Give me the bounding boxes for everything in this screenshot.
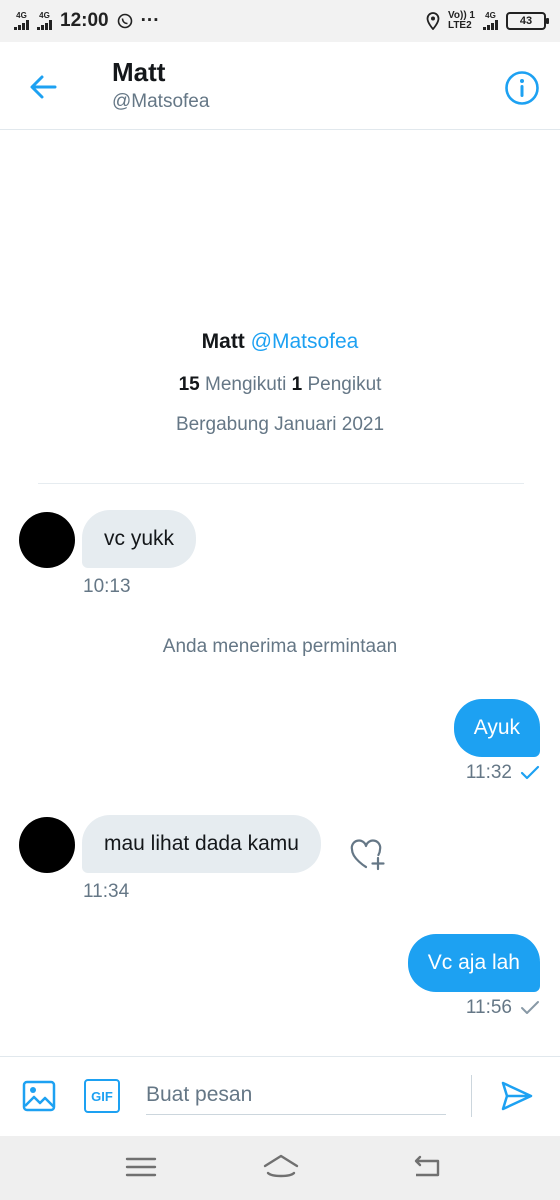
message-meta: 11:32 [466, 762, 540, 784]
back-nav-icon[interactable] [410, 1152, 444, 1182]
avatar[interactable] [19, 512, 75, 568]
message-composer: GIF [0, 1056, 560, 1136]
network-type-1: 4G [16, 11, 27, 20]
signal-3: 4G [483, 12, 498, 30]
avatar[interactable] [19, 817, 75, 873]
signal-bars-icon [37, 20, 52, 30]
network-type-3: 4G [485, 11, 496, 20]
follow-stats: 15 Mengikuti 1 Pengikut [0, 374, 560, 396]
conversation-handle: @Matsofea [112, 91, 210, 112]
checkmark-icon [521, 1001, 539, 1014]
battery-level: 43 [519, 15, 533, 27]
conversation-header: Matt @Matsofea [0, 42, 560, 130]
profile-name[interactable]: Matt [202, 330, 245, 353]
divider [38, 483, 524, 484]
send-icon[interactable] [500, 1079, 534, 1113]
arrow-left-icon[interactable] [28, 72, 58, 102]
message-bubble-outgoing[interactable]: Ayuk [453, 699, 540, 757]
message-time: 11:34 [83, 881, 130, 902]
followers-label: Pengikut [307, 374, 382, 395]
message-text: Ayuk [473, 716, 520, 739]
composer-separator [471, 1075, 472, 1117]
home-icon[interactable] [262, 1152, 300, 1182]
gif-icon[interactable]: GIF [84, 1079, 120, 1113]
message-meta: 11:56 [466, 997, 540, 1019]
menu-icon[interactable] [124, 1152, 158, 1182]
signal-1: 4G [14, 12, 29, 30]
following-count: 15 [178, 374, 200, 395]
info-icon[interactable] [504, 70, 540, 106]
system-nav-bar [0, 1136, 560, 1200]
heart-plus-icon[interactable] [349, 838, 387, 872]
message-text: mau lihat dada kamu [104, 832, 299, 855]
lte-label: LTE2 [447, 20, 472, 31]
checkmark-icon [520, 765, 540, 780]
message-text: Vc aja lah [427, 951, 520, 974]
message-bubble-outgoing[interactable]: Vc aja lah [407, 934, 540, 992]
message-time: 10:13 [83, 576, 131, 597]
followers-count: 1 [291, 374, 303, 395]
following-stat[interactable]: 15 Mengikuti [179, 374, 287, 395]
more-notifications: ··· [140, 10, 160, 31]
message-time: 11:56 [465, 997, 512, 1018]
conversation-title: Matt [112, 57, 166, 87]
following-label: Mengikuti [205, 374, 287, 395]
message-input[interactable] [146, 1075, 446, 1115]
profile-name-line: Matt @Matsofea [0, 330, 560, 354]
battery-icon: 43 [506, 12, 549, 30]
profile-handle[interactable]: @Matsofea [251, 330, 359, 353]
location-icon [426, 12, 440, 30]
signal-bars-icon [483, 20, 498, 30]
image-icon[interactable] [22, 1079, 56, 1113]
whatsapp-icon [117, 13, 132, 29]
message-bubble-incoming[interactable]: mau lihat dada kamu [82, 815, 321, 873]
status-bar: 4G 4G 12:00 ··· Vo)) 1 LTE2 4G 43 [0, 0, 560, 42]
message-text: vc yukk [104, 527, 175, 550]
network-type-2: 4G [39, 11, 50, 20]
signal-2: 4G [37, 12, 52, 30]
clock: 12:00 [60, 10, 109, 31]
profile-summary: Matt @Matsofea 15 Mengikuti 1 Pengikut B… [0, 330, 560, 436]
message-time: 11:32 [465, 762, 512, 783]
joined-date: Bergabung Januari 2021 [175, 414, 385, 435]
followers-stat[interactable]: 1 Pengikut [292, 374, 382, 395]
gif-label: GIF [91, 1088, 113, 1104]
request-accepted-notice: Anda menerima permintaan [162, 636, 398, 657]
message-bubble-incoming[interactable]: vc yukk [82, 510, 197, 568]
signal-bars-icon [14, 20, 29, 30]
